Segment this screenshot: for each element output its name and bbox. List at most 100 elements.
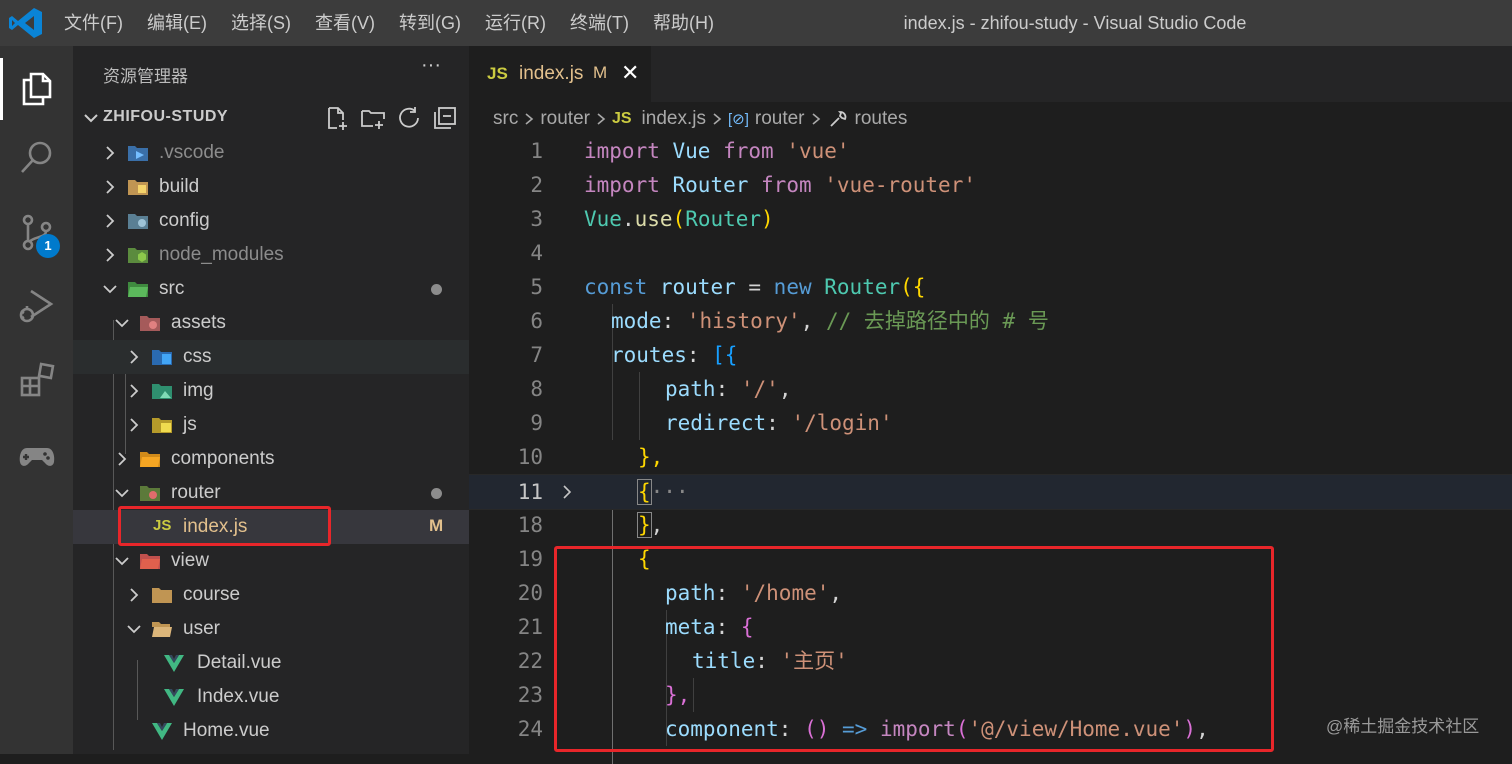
- tree-folder-router[interactable]: router: [73, 476, 469, 510]
- line-number: 19: [517, 547, 543, 571]
- tree-folder-img[interactable]: img: [73, 374, 469, 408]
- vue-file-icon: [164, 655, 184, 672]
- menu-run[interactable]: 运行(R): [473, 0, 558, 46]
- line-number: 18: [517, 513, 543, 537]
- gamepad-icon: [19, 448, 54, 466]
- workspace-root[interactable]: ZHIFOU-STUDY: [73, 102, 469, 134]
- chevron-right-icon[interactable]: [559, 484, 575, 500]
- code-line-current: 11 {···: [469, 474, 1512, 510]
- tree-folder-src[interactable]: src: [73, 272, 469, 306]
- collapse-all-icon[interactable]: [431, 104, 459, 132]
- breadcrumb-src[interactable]: src: [493, 108, 518, 130]
- chevron-down-icon: [115, 319, 129, 328]
- new-folder-icon[interactable]: [359, 104, 387, 132]
- code-line: 18 },: [469, 508, 1512, 542]
- tree-folder-config[interactable]: config: [73, 204, 469, 238]
- new-file-icon[interactable]: [323, 104, 351, 132]
- chevron-right-icon: [713, 113, 722, 125]
- code-text: },: [637, 512, 664, 538]
- code-text: routes: [{: [611, 343, 738, 367]
- tree-folder-vscode[interactable]: .vscode: [73, 136, 469, 170]
- code-line: 2 import Router from 'vue-router': [469, 168, 1512, 202]
- more-actions-icon[interactable]: ···: [421, 54, 441, 77]
- node-folder-icon: [128, 248, 148, 263]
- activity-bar: 1: [0, 46, 73, 754]
- line-number: 6: [530, 309, 543, 333]
- tab-bar: JS index.js M ✕: [469, 46, 1512, 102]
- menu-go[interactable]: 转到(G): [387, 0, 473, 46]
- code-line: 6 mode: 'history', // 去掉路径中的 # 号: [469, 304, 1512, 338]
- close-icon[interactable]: ✕: [621, 60, 639, 86]
- tree-folder-build[interactable]: build: [73, 170, 469, 204]
- menu-help[interactable]: 帮助(H): [641, 0, 726, 46]
- breadcrumb-router[interactable]: router: [540, 108, 590, 130]
- refresh-icon[interactable]: [395, 104, 423, 132]
- vscode-folder-icon: [128, 146, 148, 161]
- tree-folder-user[interactable]: user: [73, 612, 469, 646]
- tree-folder-view[interactable]: view: [73, 544, 469, 578]
- code-line: 1 import Vue from 'vue': [469, 134, 1512, 168]
- menu-bar: 文件(F) 编辑(E) 选择(S) 查看(V) 转到(G) 运行(R) 终端(T…: [52, 0, 726, 46]
- chevron-right-icon: [130, 418, 139, 432]
- menu-selection[interactable]: 选择(S): [219, 0, 303, 46]
- breadcrumb-symbol[interactable]: router: [755, 108, 805, 130]
- line-number: 11: [517, 480, 543, 504]
- line-number: 7: [530, 343, 543, 367]
- router-folder-icon: [140, 486, 160, 501]
- menu-edit[interactable]: 编辑(E): [135, 0, 219, 46]
- code-text: redirect: '/login': [665, 411, 893, 435]
- line-number: 4: [530, 241, 543, 265]
- tree-file-home-vue[interactable]: Home.vue: [73, 714, 469, 748]
- tree-label: css: [183, 346, 212, 367]
- chevron-right-icon: [812, 113, 820, 125]
- menu-view[interactable]: 查看(V): [303, 0, 387, 46]
- source-control-badge: 1: [36, 234, 60, 258]
- chevron-down-icon: [103, 285, 117, 294]
- line-number: 22: [517, 649, 543, 673]
- highlight-box-file: [118, 506, 331, 546]
- tree-folder-node-modules[interactable]: node_modules: [73, 238, 469, 272]
- activity-explorer[interactable]: [0, 58, 73, 118]
- tree-folder-components[interactable]: components: [73, 442, 469, 476]
- tree-label: build: [159, 176, 200, 197]
- tree-label: Home.vue: [183, 720, 270, 741]
- activity-extensions[interactable]: [0, 350, 73, 410]
- activity-search[interactable]: [0, 128, 73, 188]
- tree-label: config: [159, 210, 210, 231]
- tree-label: components: [171, 448, 275, 469]
- tree-folder-css[interactable]: css: [73, 340, 469, 374]
- code-line: 7 routes: [{: [469, 338, 1512, 372]
- view-folder-icon: [140, 554, 160, 569]
- folder-open-icon: [152, 622, 172, 637]
- search-icon: [20, 141, 51, 173]
- tree-folder-js[interactable]: js: [73, 408, 469, 442]
- tab-label: index.js: [519, 63, 584, 84]
- activity-source-control[interactable]: [0, 202, 73, 262]
- chevron-right-icon: [597, 113, 606, 125]
- window-title: index.js - zhifou-study - Visual Studio …: [903, 13, 1247, 33]
- activity-remote[interactable]: [0, 426, 73, 486]
- tree-file-detail-vue[interactable]: Detail.vue: [73, 646, 469, 680]
- tree-file-index-vue[interactable]: Index.vue: [73, 680, 469, 714]
- chevron-right-icon: [118, 452, 127, 466]
- tree-label: user: [183, 618, 220, 639]
- tree-folder-assets[interactable]: assets: [73, 306, 469, 340]
- tab-index-js[interactable]: JS index.js M ✕: [469, 46, 651, 102]
- tree-folder-course[interactable]: course: [73, 578, 469, 612]
- menu-terminal[interactable]: 终端(T): [558, 0, 641, 46]
- line-number: 1: [530, 139, 543, 163]
- breadcrumb-file[interactable]: index.js: [642, 108, 706, 130]
- line-number: 20: [517, 581, 543, 605]
- breadcrumb: src router JS index.js [⊘] router routes: [493, 106, 907, 132]
- code-text: import Router from 'vue-router': [584, 173, 976, 197]
- git-modified-badge: M: [429, 516, 444, 535]
- chevron-right-icon: [130, 350, 139, 364]
- chevron-down-icon: [115, 489, 129, 498]
- activity-run-debug[interactable]: [0, 276, 73, 336]
- menu-file[interactable]: 文件(F): [52, 0, 135, 46]
- line-number: 3: [530, 207, 543, 231]
- chevron-down-icon: [84, 114, 98, 123]
- breadcrumb-property[interactable]: routes: [855, 108, 908, 130]
- js-folder-icon: [152, 418, 172, 433]
- line-number: 23: [517, 683, 543, 707]
